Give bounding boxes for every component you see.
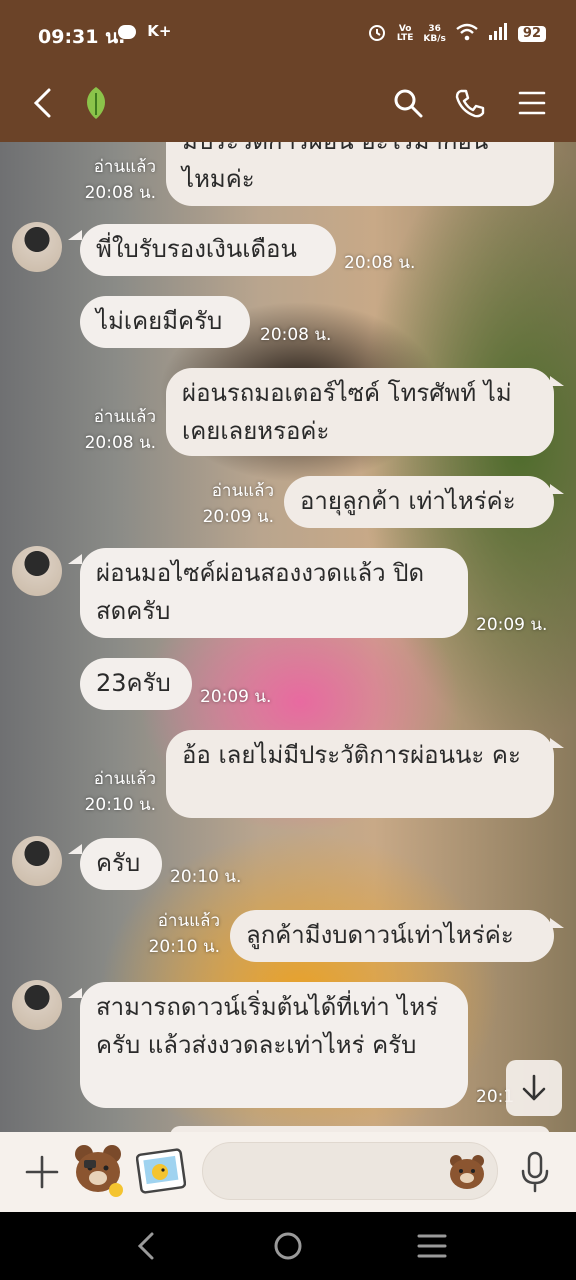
plus-icon[interactable] bbox=[22, 1152, 62, 1192]
bubble-tail bbox=[550, 738, 564, 748]
chat-area[interactable]: อ่านแล้ว 20:08 น. มีประวัติการผ่อน อะไรม… bbox=[0, 142, 576, 1132]
chevron-left-icon[interactable] bbox=[22, 64, 62, 142]
message-bubble-in[interactable]: สามารถดาวน์เริ่มต้นได้ที่เท่า ไหร่ครับ แ… bbox=[80, 982, 468, 1108]
message-meta: อ่านแล้ว 20:08 น. bbox=[84, 157, 156, 203]
avatar[interactable] bbox=[12, 546, 62, 596]
battery-indicator: 92 bbox=[517, 26, 546, 42]
photo-icon[interactable] bbox=[135, 1146, 187, 1196]
bubble-tail bbox=[550, 918, 564, 928]
message-meta: อ่านแล้ว 20:10 น. bbox=[148, 911, 220, 957]
status-kplus: K+ bbox=[147, 22, 172, 40]
message-meta: อ่านแล้ว 20:08 น. bbox=[84, 407, 156, 453]
status-time: 09:31 น. bbox=[38, 26, 126, 48]
recents-icon[interactable] bbox=[412, 1212, 452, 1280]
message-bubble-in[interactable]: พี่ใบรับรองเงินเดือน bbox=[80, 224, 336, 276]
message-time: 20:09 น. bbox=[476, 615, 548, 635]
avatar[interactable] bbox=[12, 222, 62, 272]
sticker-icon[interactable] bbox=[70, 1142, 126, 1200]
arrow-down-icon bbox=[522, 1074, 546, 1101]
avatar[interactable] bbox=[12, 836, 62, 886]
message-bubble-out[interactable]: อายุลูกค้า เท่าไหร่ค่ะ bbox=[284, 476, 554, 528]
message-bubble-out[interactable]: ผ่อนรถมอเตอร์ไซค์ โทรศัพท์ ไม่เคยเลยหรอค… bbox=[166, 368, 554, 456]
chat-header bbox=[0, 64, 576, 142]
back-icon[interactable] bbox=[126, 1212, 166, 1280]
status-left-icons: K+ bbox=[118, 22, 171, 40]
bubble-tail bbox=[68, 230, 82, 240]
message-time: 20:08 น. bbox=[344, 253, 416, 273]
message-time: 20:10 น. bbox=[170, 867, 242, 887]
message-time: 20:09 น. bbox=[200, 687, 272, 707]
mic-icon[interactable] bbox=[518, 1150, 552, 1194]
home-icon[interactable] bbox=[268, 1212, 308, 1280]
message-bubble-out[interactable]: ลูกค้ามีงบดาวน์เท่าไหร่ค่ะ bbox=[230, 910, 554, 962]
message-meta: อ่านแล้ว 20:09 น. bbox=[202, 481, 274, 527]
bubble-tail bbox=[68, 844, 82, 854]
menu-icon[interactable] bbox=[512, 64, 552, 142]
message-bubble-out[interactable]: มีประวัติการผ่อน อะไรมาก่อน ไหมค่ะ bbox=[166, 142, 554, 206]
message-input[interactable] bbox=[202, 1142, 498, 1200]
message-time: 20:08 น. bbox=[260, 325, 332, 345]
status-bar: 09:31 น. K+ Vo LTE 36 KB/s 92 bbox=[0, 0, 576, 64]
network-speed: 36 KB/s bbox=[423, 24, 446, 44]
message-meta: อ่านแล้ว 20:10 น. bbox=[84, 769, 156, 815]
bear-emoji-icon[interactable] bbox=[447, 1153, 487, 1191]
signal-icon bbox=[488, 23, 508, 45]
phone-icon[interactable] bbox=[450, 64, 490, 142]
line-app-icon bbox=[118, 24, 136, 39]
wifi-icon bbox=[456, 23, 478, 45]
avatar[interactable] bbox=[12, 980, 62, 1030]
leaf-icon[interactable] bbox=[76, 64, 116, 142]
scroll-down-button[interactable] bbox=[506, 1060, 562, 1116]
bubble-tail bbox=[68, 988, 82, 998]
alarm-icon bbox=[367, 22, 387, 46]
message-bubble-in[interactable]: ครับ bbox=[80, 838, 162, 890]
bubble-tail bbox=[550, 484, 564, 494]
volte-icon: Vo LTE bbox=[396, 24, 414, 43]
message-bubble-in[interactable]: 23ครับ bbox=[80, 658, 192, 710]
message-bubble-in[interactable]: ผ่อนมอไซค์ผ่อนสองงวดแล้ว ปิดสดครับ bbox=[80, 548, 468, 638]
system-nav-bar bbox=[0, 1212, 576, 1280]
bubble-tail bbox=[68, 554, 82, 564]
status-right-icons: Vo LTE 36 KB/s 92 bbox=[367, 22, 546, 46]
message-bubble-out[interactable]: อ้อ เลยไม่มีประวัติการผ่อนนะ คะ bbox=[166, 730, 554, 818]
search-icon[interactable] bbox=[388, 64, 428, 142]
message-bubble-in[interactable]: ไม่เคยมีครับ bbox=[80, 296, 250, 348]
input-bar bbox=[0, 1132, 576, 1212]
bubble-tail bbox=[550, 376, 564, 386]
